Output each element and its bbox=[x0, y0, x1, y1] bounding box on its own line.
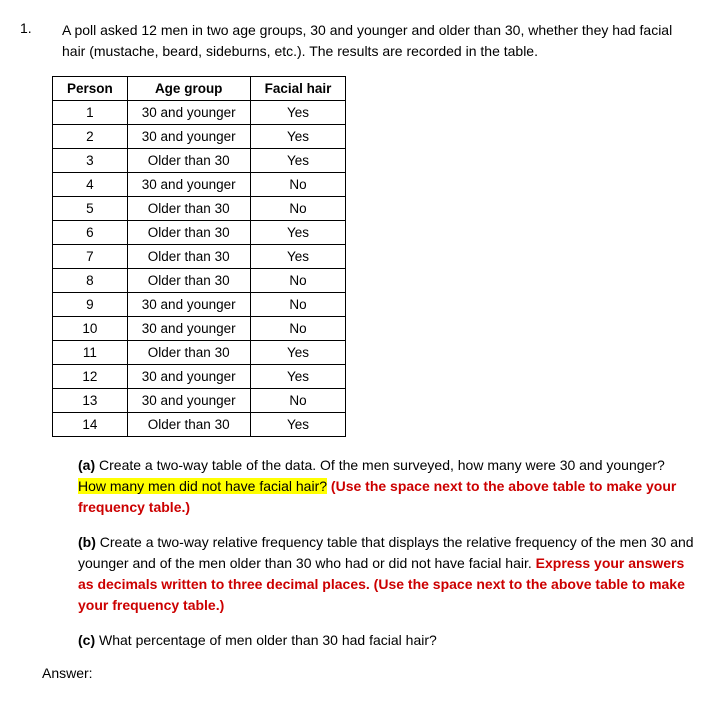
cell-age: 30 and younger bbox=[127, 317, 250, 341]
cell-age: Older than 30 bbox=[127, 341, 250, 365]
cell-hair: No bbox=[250, 197, 346, 221]
data-table-container: Person Age group Facial hair 130 and you… bbox=[52, 76, 696, 437]
cell-person: 12 bbox=[53, 365, 128, 389]
cell-age: 30 and younger bbox=[127, 125, 250, 149]
table-row: 7Older than 30Yes bbox=[53, 245, 346, 269]
table-row: 14Older than 30Yes bbox=[53, 413, 346, 437]
cell-hair: No bbox=[250, 317, 346, 341]
cell-age: Older than 30 bbox=[127, 197, 250, 221]
cell-person: 14 bbox=[53, 413, 128, 437]
part-b-highlight: Express your answers as decimals written… bbox=[78, 555, 685, 613]
table-row: 1330 and youngerNo bbox=[53, 389, 346, 413]
cell-hair: No bbox=[250, 389, 346, 413]
col-header-person: Person bbox=[53, 77, 128, 101]
cell-age: Older than 30 bbox=[127, 413, 250, 437]
table-row: 11Older than 30Yes bbox=[53, 341, 346, 365]
part-a-highlight: How many men did not have facial hair? bbox=[78, 478, 327, 494]
cell-age: Older than 30 bbox=[127, 269, 250, 293]
parts-section: (a) Create a two-way table of the data. … bbox=[42, 455, 696, 651]
col-header-hair: Facial hair bbox=[250, 77, 346, 101]
cell-hair: Yes bbox=[250, 413, 346, 437]
table-row: 230 and youngerYes bbox=[53, 125, 346, 149]
cell-age: 30 and younger bbox=[127, 173, 250, 197]
cell-person: 1 bbox=[53, 101, 128, 125]
cell-age: Older than 30 bbox=[127, 221, 250, 245]
cell-hair: Yes bbox=[250, 341, 346, 365]
part-c-label: (c) bbox=[78, 632, 95, 648]
cell-person: 4 bbox=[53, 173, 128, 197]
cell-person: 11 bbox=[53, 341, 128, 365]
cell-age: 30 and younger bbox=[127, 101, 250, 125]
part-a: (a) Create a two-way table of the data. … bbox=[78, 455, 696, 518]
cell-hair: No bbox=[250, 269, 346, 293]
cell-person: 5 bbox=[53, 197, 128, 221]
table-row: 130 and youngerYes bbox=[53, 101, 346, 125]
cell-hair: Yes bbox=[250, 221, 346, 245]
part-b-label: (b) bbox=[78, 534, 96, 550]
col-header-age: Age group bbox=[127, 77, 250, 101]
part-a-label: (a) bbox=[78, 457, 95, 473]
cell-person: 9 bbox=[53, 293, 128, 317]
answer-label: Answer: bbox=[42, 665, 696, 681]
table-row: 3Older than 30Yes bbox=[53, 149, 346, 173]
cell-hair: No bbox=[250, 173, 346, 197]
cell-hair: No bbox=[250, 293, 346, 317]
cell-age: Older than 30 bbox=[127, 149, 250, 173]
cell-person: 10 bbox=[53, 317, 128, 341]
cell-hair: Yes bbox=[250, 101, 346, 125]
cell-hair: Yes bbox=[250, 245, 346, 269]
cell-person: 6 bbox=[53, 221, 128, 245]
table-row: 430 and youngerNo bbox=[53, 173, 346, 197]
table-row: 5Older than 30No bbox=[53, 197, 346, 221]
table-row: 8Older than 30No bbox=[53, 269, 346, 293]
cell-person: 8 bbox=[53, 269, 128, 293]
cell-age: Older than 30 bbox=[127, 245, 250, 269]
table-row: 6Older than 30Yes bbox=[53, 221, 346, 245]
cell-hair: Yes bbox=[250, 125, 346, 149]
cell-hair: Yes bbox=[250, 149, 346, 173]
part-b: (b) Create a two-way relative frequency … bbox=[78, 532, 696, 616]
cell-person: 7 bbox=[53, 245, 128, 269]
intro-text: A poll asked 12 men in two age groups, 3… bbox=[42, 20, 696, 62]
table-row: 1230 and youngerYes bbox=[53, 365, 346, 389]
cell-person: 3 bbox=[53, 149, 128, 173]
cell-person: 13 bbox=[53, 389, 128, 413]
cell-age: 30 and younger bbox=[127, 365, 250, 389]
question-block: 1. A poll asked 12 men in two age groups… bbox=[20, 20, 696, 681]
cell-person: 2 bbox=[53, 125, 128, 149]
part-c-text: What percentage of men older than 30 had… bbox=[99, 632, 437, 648]
table-row: 930 and youngerNo bbox=[53, 293, 346, 317]
table-row: 1030 and youngerNo bbox=[53, 317, 346, 341]
question-number: 1. bbox=[20, 20, 38, 681]
part-c: (c) What percentage of men older than 30… bbox=[78, 630, 696, 651]
cell-age: 30 and younger bbox=[127, 293, 250, 317]
cell-age: 30 and younger bbox=[127, 389, 250, 413]
data-table: Person Age group Facial hair 130 and you… bbox=[52, 76, 346, 437]
cell-hair: Yes bbox=[250, 365, 346, 389]
